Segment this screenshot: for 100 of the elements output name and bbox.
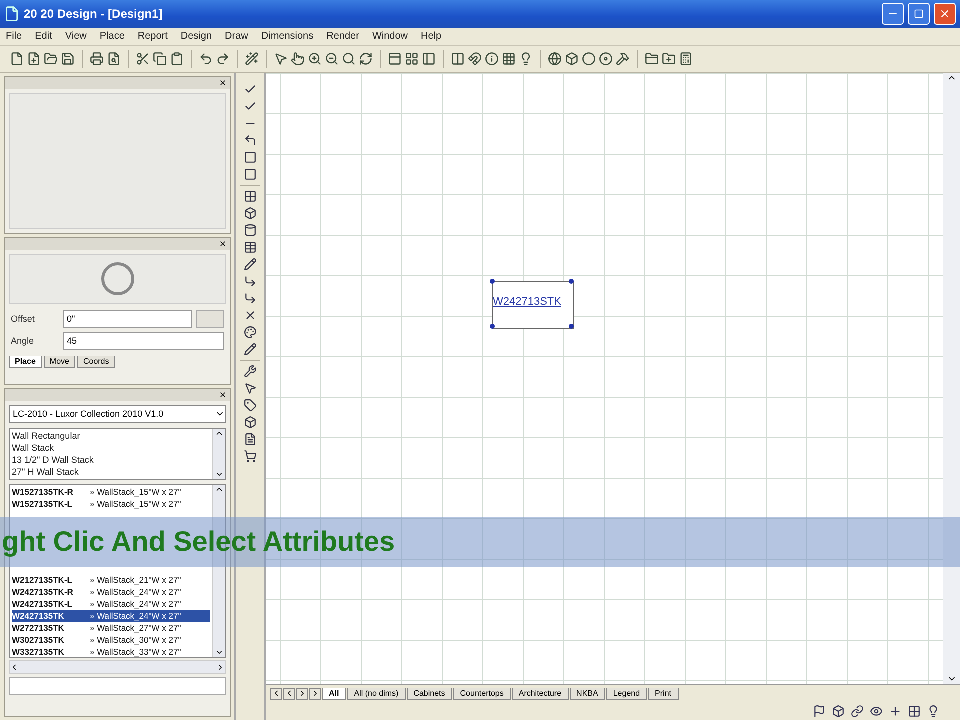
toolbar-icon[interactable] <box>291 52 305 66</box>
handle-dot[interactable] <box>569 324 574 329</box>
view-tab[interactable]: All (no dims) <box>347 688 406 700</box>
toolbar-icon[interactable] <box>679 52 693 66</box>
menu-item[interactable]: Report <box>138 31 168 42</box>
tool-icon[interactable] <box>244 399 256 412</box>
menu-item[interactable]: Edit <box>35 31 52 42</box>
maximize-button[interactable] <box>908 3 930 25</box>
status-icon[interactable] <box>832 704 845 718</box>
toolbar-icon[interactable] <box>405 52 419 66</box>
tool-icon[interactable] <box>244 275 256 288</box>
tool-icon[interactable] <box>244 241 256 254</box>
toolbar-icon[interactable] <box>10 52 24 66</box>
tool-icon[interactable] <box>244 258 256 271</box>
tab-nav-button[interactable] <box>283 688 295 700</box>
menu-item[interactable]: Render <box>326 31 360 42</box>
toolbar-icon[interactable] <box>645 52 659 66</box>
view-tab[interactable]: Cabinets <box>406 688 452 700</box>
catalog-item[interactable]: W2427135TK » WallStack_24"W x 27" <box>12 610 210 622</box>
scrollbar[interactable] <box>212 429 225 479</box>
view-tab[interactable]: Architecture <box>512 688 569 700</box>
toolbar-icon[interactable] <box>451 52 465 66</box>
offset-field[interactable]: 0" <box>63 310 192 328</box>
status-icon[interactable] <box>870 704 883 718</box>
toolbar-icon[interactable] <box>359 52 373 66</box>
toolbar-icon[interactable] <box>342 52 356 66</box>
minimize-button[interactable] <box>882 3 904 25</box>
toolbar-icon[interactable] <box>548 52 562 66</box>
category-item[interactable]: 13 1/2" D Wall Stack <box>12 454 210 466</box>
tool-icon[interactable] <box>244 151 256 164</box>
close-button[interactable] <box>934 3 956 25</box>
tool-icon[interactable] <box>244 292 256 305</box>
status-icon[interactable] <box>851 704 864 718</box>
toolbar-icon[interactable] <box>274 52 288 66</box>
toolbar-icon[interactable] <box>61 52 75 66</box>
view-tab[interactable]: All <box>322 688 346 700</box>
toolbar-icon[interactable] <box>468 52 482 66</box>
menu-item[interactable]: File <box>6 31 22 42</box>
tab-nav-button[interactable] <box>270 688 282 700</box>
tool-icon[interactable] <box>244 326 256 339</box>
tool-icon[interactable] <box>244 224 256 237</box>
toolbar-icon[interactable] <box>485 52 499 66</box>
toolbar-icon[interactable] <box>27 52 41 66</box>
toolbar-icon[interactable] <box>245 52 259 66</box>
tab-nav-button[interactable] <box>296 688 308 700</box>
angle-field[interactable]: 45 <box>63 332 224 350</box>
tool-icon[interactable] <box>244 190 256 203</box>
panel-tab[interactable]: Coords <box>77 356 116 368</box>
catalog-dropdown[interactable]: LC-2010 - Luxor Collection 2010 V1.0 <box>9 405 226 423</box>
menu-item[interactable]: Draw <box>225 31 248 42</box>
tool-icon[interactable] <box>244 416 256 429</box>
input-field[interactable] <box>9 677 226 695</box>
view-tab[interactable]: Legend <box>606 688 648 700</box>
menu-item[interactable]: View <box>65 31 87 42</box>
toolbar-icon[interactable] <box>90 52 104 66</box>
horizontal-scrollbar[interactable] <box>9 660 226 674</box>
view-tab[interactable]: Countertops <box>453 688 511 700</box>
vertical-scrollbar[interactable] <box>943 73 960 684</box>
category-item[interactable]: 27" H Wall Stack <box>12 466 210 478</box>
handle-dot[interactable] <box>490 324 495 329</box>
status-icon[interactable] <box>813 704 826 718</box>
toolbar-icon[interactable] <box>199 52 213 66</box>
tool-icon[interactable] <box>244 134 256 147</box>
toolbar-icon[interactable] <box>44 52 58 66</box>
panel-tab[interactable]: Move <box>44 356 76 368</box>
menu-item[interactable]: Window <box>372 31 408 42</box>
menu-item[interactable]: Place <box>100 31 125 42</box>
tool-icon[interactable] <box>244 343 256 356</box>
tab-nav-button[interactable] <box>309 688 321 700</box>
tool-icon[interactable] <box>244 450 256 463</box>
tool-icon[interactable] <box>244 433 256 446</box>
panel-tab[interactable]: Place <box>9 356 42 368</box>
toolbar-icon[interactable] <box>107 52 121 66</box>
toolbar-icon[interactable] <box>662 52 676 66</box>
menu-item[interactable]: Design <box>180 31 212 42</box>
view-tab[interactable]: NKBA <box>570 688 606 700</box>
toolbar-icon[interactable] <box>388 52 402 66</box>
toolbar-icon[interactable] <box>325 52 339 66</box>
tool-icon[interactable] <box>244 382 256 395</box>
close-icon[interactable] <box>219 391 227 399</box>
status-icon[interactable] <box>908 704 921 718</box>
toolbar-icon[interactable] <box>136 52 150 66</box>
handle-dot[interactable] <box>490 279 495 284</box>
category-item[interactable]: Wall Stack <box>12 442 210 454</box>
toolbar-icon[interactable] <box>616 52 630 66</box>
toolbar-icon[interactable] <box>153 52 167 66</box>
toolbar-icon[interactable] <box>216 52 230 66</box>
status-icon[interactable] <box>927 704 940 718</box>
status-icon[interactable] <box>889 704 902 718</box>
toolbar-icon[interactable] <box>170 52 184 66</box>
cabinet-shape[interactable]: W242713STK <box>492 281 574 329</box>
tool-icon[interactable] <box>244 207 256 220</box>
toolbar-icon[interactable] <box>599 52 613 66</box>
toolbar-icon[interactable] <box>422 52 436 66</box>
toolbar-icon[interactable] <box>519 52 533 66</box>
view-tab[interactable]: Print <box>648 688 678 700</box>
tool-icon[interactable] <box>244 168 256 181</box>
close-icon[interactable] <box>219 240 227 248</box>
menu-item[interactable]: Dimensions <box>261 31 314 42</box>
category-item[interactable]: Wall Rectangular <box>12 430 210 442</box>
